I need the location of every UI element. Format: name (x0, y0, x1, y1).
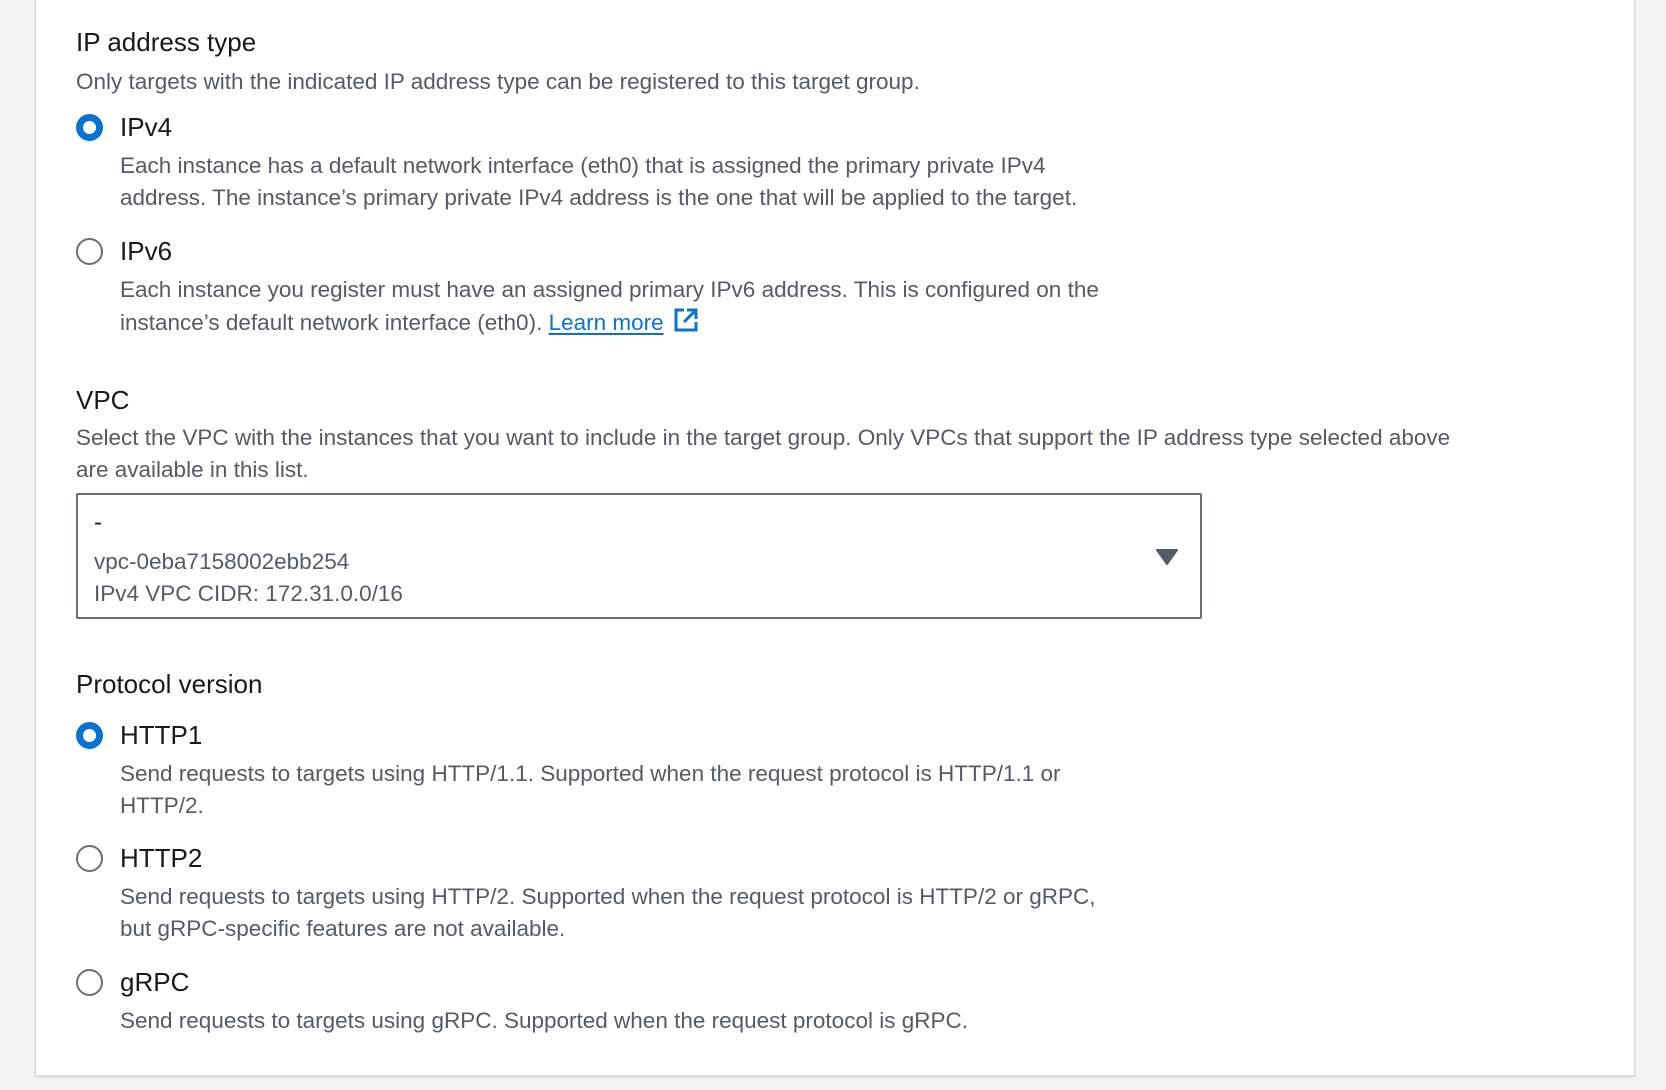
http1-description-line1: Send requests to targets using HTTP/1.1.… (120, 761, 1061, 786)
protocol-version-label: Protocol version (76, 669, 263, 699)
vpc-description-line2: are available in this list. (76, 457, 309, 482)
grpc-radio[interactable] (76, 969, 103, 996)
ip-address-type-description: Only targets with the indicated IP addre… (76, 69, 920, 94)
http2-description-line1: Send requests to targets using HTTP/2. S… (120, 884, 1096, 909)
vpc-select-id: vpc-0eba7158002ebb254 (94, 549, 350, 574)
grpc-label[interactable]: gRPC (120, 967, 189, 998)
ipv6-description-line2-container: instance’s default network interface (et… (120, 306, 700, 343)
ipv4-radio[interactable] (76, 114, 103, 141)
vpc-select-cidr: IPv4 VPC CIDR: 172.31.0.0/16 (94, 581, 403, 606)
http2-label[interactable]: HTTP2 (120, 843, 202, 874)
ipv4-label[interactable]: IPv4 (120, 112, 172, 143)
ip-address-type-label: IP address type (76, 27, 257, 57)
learn-more-link[interactable]: Learn more (549, 310, 664, 335)
ipv4-description-line1: Each instance has a default network inte… (120, 153, 1046, 178)
vpc-select[interactable]: - vpc-0eba7158002ebb254 IPv4 VPC CIDR: 1… (76, 493, 1202, 619)
ipv6-label[interactable]: IPv6 (120, 236, 172, 267)
http2-description-line2: but gRPC-specific features are not avail… (120, 916, 566, 941)
http1-radio[interactable] (76, 722, 103, 749)
grpc-description-line1: Send requests to targets using gRPC. Sup… (120, 1008, 968, 1033)
external-link-icon[interactable] (672, 306, 700, 343)
vpc-label: VPC (76, 385, 130, 415)
ipv6-description-line2: instance’s default network interface (et… (120, 310, 543, 335)
ipv6-radio[interactable] (76, 238, 103, 265)
vpc-select-name: - (94, 509, 102, 536)
http1-description-line2: HTTP/2. (120, 793, 204, 818)
ipv6-description-line1: Each instance you register must have an … (120, 277, 1099, 302)
caret-down-icon (1156, 548, 1178, 571)
http1-label[interactable]: HTTP1 (120, 720, 202, 751)
vpc-description-line1: Select the VPC with the instances that y… (76, 425, 1451, 450)
ipv4-description-line2: address. The instance’s primary private … (120, 185, 1078, 210)
http2-radio[interactable] (76, 845, 103, 872)
